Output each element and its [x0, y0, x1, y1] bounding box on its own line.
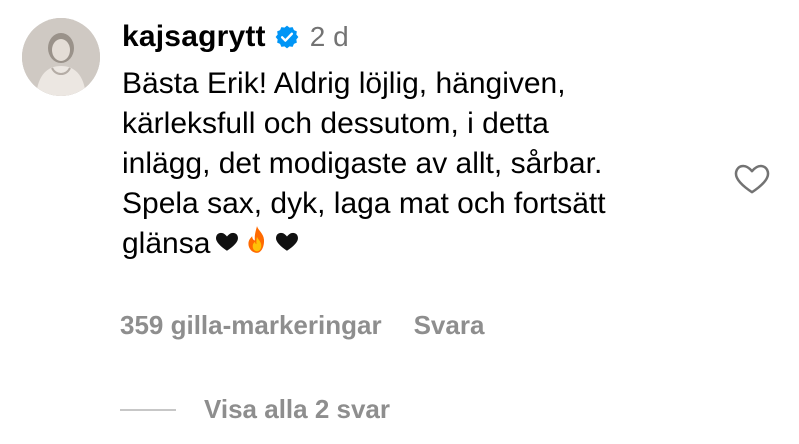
- comment: kajsagrytt 2 d Bästa Erik! Aldrig löjlig…: [20, 14, 780, 434]
- comment-text-line: kärleksfull och dessutom, i detta: [122, 107, 549, 140]
- reply-button[interactable]: Svara: [414, 310, 485, 341]
- comment-text-line: Spela sax, dyk, laga mat och fortsätt: [122, 187, 606, 220]
- replies-divider-line: [120, 408, 176, 411]
- avatar[interactable]: [22, 18, 100, 96]
- verified-badge-icon: [274, 24, 300, 50]
- heart-outline-icon: [734, 164, 770, 194]
- black-heart-icon: [214, 225, 240, 265]
- comment-text-line: Bästa Erik! Aldrig löjlig, hängiven,: [122, 67, 566, 100]
- fire-icon: [244, 225, 270, 266]
- comment-text: Bästa Erik! Aldrig löjlig, hängiven, kär…: [122, 64, 722, 266]
- like-button[interactable]: [732, 158, 772, 198]
- view-replies-label: Visa alla 2 svar: [204, 394, 391, 424]
- comment-header: kajsagrytt 2 d: [122, 14, 722, 60]
- comment-body: kajsagrytt 2 d Bästa Erik! Aldrig löjlig…: [122, 14, 722, 266]
- comment-text-line: inlägg, det modigaste av allt, sårbar.: [122, 147, 603, 180]
- comment-text-line-last: glänsa: [122, 224, 722, 266]
- avatar-image: [22, 18, 100, 96]
- username-link[interactable]: kajsagrytt: [122, 20, 266, 54]
- comment-text-word: glänsa: [122, 227, 211, 260]
- likes-count-link[interactable]: 359 gilla-markeringar: [120, 310, 382, 341]
- comment-timestamp[interactable]: 2 d: [310, 21, 349, 53]
- view-replies-button[interactable]: Visa alla 2 svar: [120, 394, 390, 425]
- black-heart-icon: [274, 225, 300, 265]
- comment-actions: 359 gilla-markeringar Svara: [120, 310, 484, 341]
